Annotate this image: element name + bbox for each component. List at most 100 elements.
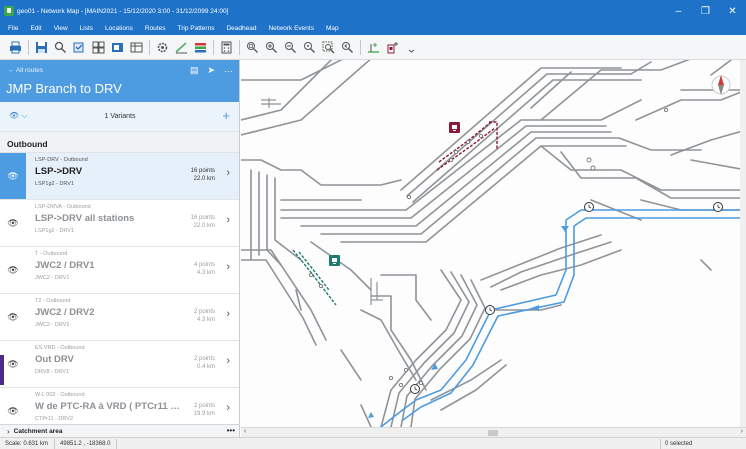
map-canvas[interactable] [241, 60, 746, 427]
app-icon [4, 6, 14, 16]
compass-icon[interactable] [711, 75, 731, 95]
status-bar: Scale: 0.631 km 49851.2 , -18368.0 0 sel… [0, 437, 746, 449]
route-item[interactable]: 👁 ES VRD - Outbound Out DRV DRV8 - DRV1 2 po… [0, 341, 239, 388]
menu-map[interactable]: Map [326, 25, 339, 32]
zoom-extent-icon[interactable] [245, 40, 260, 55]
route-points: 2 points [193, 403, 215, 409]
add-station-icon[interactable] [385, 40, 400, 55]
route-item[interactable]: 👁 LSP-DRVA - Outbound LSP->DRV all station… [0, 200, 239, 247]
chevron-right-icon[interactable]: › [7, 427, 10, 436]
back-link[interactable]: ← All routes [8, 67, 43, 74]
station-icon[interactable] [449, 122, 460, 133]
add-variant-icon[interactable]: + [222, 108, 230, 123]
route-points: 4 points [193, 262, 215, 268]
map-vertical-scrollbar[interactable] [740, 60, 746, 427]
scroll-right-icon[interactable]: › [741, 428, 743, 435]
chevron-right-icon[interactable]: › [226, 308, 230, 320]
route-stats: 2 points 4.3 km [194, 308, 215, 324]
chevron-right-icon[interactable]: › [226, 355, 230, 367]
zoom-out-icon[interactable] [283, 40, 298, 55]
menu-network-events[interactable]: Network Events [268, 25, 314, 32]
grid-icon[interactable] [91, 40, 106, 55]
toolbar-overflow-icon[interactable] [404, 40, 419, 55]
zoom-previous-icon[interactable] [340, 40, 355, 55]
more-options-icon[interactable]: ••• [227, 426, 235, 435]
route-card-icon[interactable]: ▤ [190, 65, 199, 76]
catchment-area-label: Catchment area [13, 427, 63, 435]
eye-icon[interactable]: 👁 [0, 294, 26, 340]
scroll-thumb[interactable] [488, 430, 498, 436]
route-length: 4.3 km [196, 270, 215, 276]
clock-icon[interactable] [410, 384, 420, 394]
variants-bar: 👁 ⌵ 1 Variants + [0, 102, 239, 132]
scroll-left-icon[interactable]: ‹ [244, 428, 246, 435]
clock-icon[interactable] [584, 202, 594, 212]
menu-trip-patterns[interactable]: Trip Patterns [177, 25, 214, 32]
calculator-icon[interactable] [219, 40, 234, 55]
route-name: Out DRV [35, 354, 74, 365]
menu-routes[interactable]: Routes [145, 25, 166, 32]
map-horizontal-scrollbar[interactable]: ‹ › [241, 427, 746, 437]
menu-lists[interactable]: Lists [80, 25, 93, 32]
menu-file[interactable]: File [8, 25, 18, 32]
save-icon[interactable] [34, 40, 49, 55]
route-points: 2 points [193, 356, 215, 362]
settings-icon[interactable] [155, 40, 170, 55]
zoom-in-icon[interactable] [264, 40, 279, 55]
maximize-button[interactable]: ❐ [692, 0, 719, 22]
route-length: 19.9 km [193, 411, 215, 417]
menu-edit[interactable]: Edit [30, 25, 41, 32]
chevron-right-icon[interactable]: › [226, 214, 230, 226]
clock-icon[interactable] [485, 305, 495, 315]
toolbar-separator [239, 39, 240, 55]
select-dropdown-icon[interactable] [72, 40, 87, 55]
table-icon[interactable] [129, 40, 144, 55]
eye-icon[interactable]: 👁 [0, 200, 26, 246]
route-stats: 16 points 22.0 km [191, 214, 215, 230]
clock-icon[interactable] [713, 202, 723, 212]
eye-icon[interactable]: 👁 [0, 153, 26, 199]
station-icon[interactable] [329, 255, 340, 266]
network-map[interactable] [241, 60, 746, 427]
eye-icon[interactable]: 👁 [0, 247, 26, 293]
zoom-window-icon[interactable] [321, 40, 336, 55]
window-title: geo01 - Network Map - [MAIN2021 - 15/12/… [17, 7, 229, 15]
toolbar [0, 35, 746, 60]
route-stop-codes: LSP1g2 - DRV1 [35, 228, 75, 234]
chevron-right-icon[interactable]: › [226, 167, 230, 179]
route-name: W de PTC-RA à VRD ( PTCr11 à VR... [35, 401, 185, 412]
add-stop-icon[interactable] [366, 40, 381, 55]
search-icon[interactable] [53, 40, 68, 55]
variants-count: 1 Variants [104, 113, 136, 120]
menu-deadhead[interactable]: Deadhead [226, 25, 256, 32]
layer-icon[interactable] [110, 40, 125, 55]
toolbar-separator [213, 39, 214, 55]
draw-line-icon[interactable] [174, 40, 189, 55]
minimize-button[interactable]: – [665, 0, 692, 22]
route-subtitle: T - Outbound [35, 251, 68, 257]
route-stop-codes: JWC2 - DRV1 [35, 275, 70, 281]
route-name: LSP->DRV [35, 166, 83, 177]
menu-view[interactable]: View [54, 25, 68, 32]
arrow-left-icon: ← [8, 67, 15, 74]
route-stats: 2 points 19.9 km [194, 402, 215, 418]
route-length: 22.0 km [193, 223, 215, 229]
chevron-right-icon[interactable]: › [226, 402, 230, 414]
menu-locations[interactable]: Locations [105, 25, 133, 32]
zoom-reset-icon[interactable] [302, 40, 317, 55]
route-item[interactable]: 👁 T - Outbound JWC2 / DRV1 JWC2 - DRV1 4 poi… [0, 247, 239, 294]
chevron-right-icon[interactable]: › [226, 261, 230, 273]
route-subtitle: T2 - Outbound [35, 298, 71, 304]
more-options-icon[interactable]: ··· [224, 66, 233, 76]
panel-header: ← All routes JMP Branch to DRV ▤ ➤ ··· [0, 60, 239, 102]
navigate-icon[interactable]: ➤ [207, 65, 215, 76]
print-icon[interactable] [8, 40, 23, 55]
route-stop-codes: LSP1g2 - DRV1 [35, 181, 75, 187]
route-item[interactable]: 👁 T2 - Outbound JWC2 / DRV2 JWC2 - DRV2 2 po… [0, 294, 239, 341]
route-stop-codes: CTPr11 - DRV2 [35, 416, 74, 422]
close-button[interactable]: ✕ [719, 0, 746, 22]
color-bars-icon[interactable] [193, 40, 208, 55]
catchment-area-bar[interactable]: › Catchment area ••• [0, 424, 239, 437]
route-item[interactable]: 👁 LSP-DRV - Outbound LSP->DRV LSP1g2 - DRV1… [0, 153, 239, 200]
scale-readout: Scale: 0.631 km [0, 438, 56, 449]
